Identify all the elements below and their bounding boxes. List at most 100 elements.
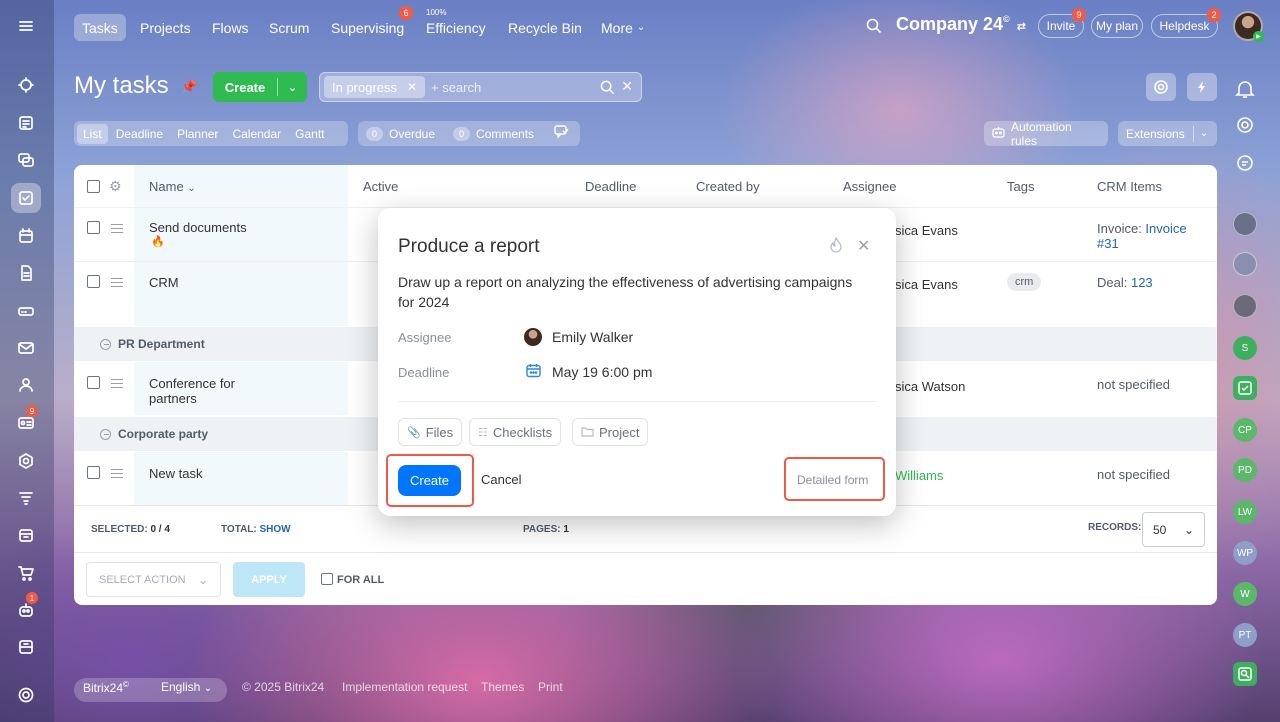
implementation-request-link[interactable]: Implementation request <box>342 680 467 694</box>
row-checkbox[interactable] <box>87 275 100 288</box>
crm-item-link[interactable]: Invoice <box>1145 221 1186 236</box>
assignee-cell[interactable]: Williams <box>895 468 943 483</box>
select-action-dropdown[interactable]: SELECT ACTION ⌄ <box>86 562 221 597</box>
drive-icon[interactable] <box>11 296 41 326</box>
crm-item-link-number[interactable]: #31 <box>1097 236 1119 251</box>
my-plan-button[interactable]: My plan <box>1091 14 1143 38</box>
assignee-value[interactable]: Emily Walker <box>552 329 633 345</box>
activity-stream-icon[interactable] <box>11 70 41 100</box>
view-tab-planner[interactable]: Planner <box>171 124 224 144</box>
automation-icon[interactable]: 1 <box>11 592 41 625</box>
flame-icon[interactable] <box>829 236 843 256</box>
tab-flows[interactable]: Flows <box>204 14 257 41</box>
view-tab-list[interactable]: List <box>77 123 108 144</box>
search-icon[interactable] <box>600 80 615 98</box>
mail-icon[interactable] <box>11 333 41 363</box>
view-tab-calendar[interactable]: Calendar <box>226 124 287 144</box>
tab-projects[interactable]: Projects <box>132 14 199 41</box>
column-crm-items[interactable]: CRM Items <box>1097 179 1162 194</box>
swap-icon[interactable]: ⇄ <box>1017 21 1026 33</box>
group-avatar[interactable] <box>1233 252 1257 276</box>
contact-avatar-pd[interactable]: PD <box>1233 458 1257 482</box>
column-deadline[interactable]: Deadline <box>585 179 636 194</box>
lightning-button[interactable] <box>1187 73 1217 101</box>
collapse-icon[interactable] <box>100 338 111 350</box>
popup-cancel-button[interactable]: Cancel <box>481 472 521 487</box>
row-checkbox[interactable] <box>87 221 100 234</box>
settings-gear-button[interactable] <box>1146 73 1176 101</box>
records-per-page-select[interactable]: 50 ⌄ <box>1142 512 1205 547</box>
print-link[interactable]: Print <box>538 680 563 694</box>
drag-handle-icon[interactable] <box>111 224 123 233</box>
contact-avatar-wp[interactable]: WP <box>1233 541 1257 565</box>
sites-icon[interactable] <box>11 446 41 476</box>
tab-tasks[interactable]: Tasks <box>74 14 126 41</box>
row-checkbox[interactable] <box>87 376 100 389</box>
contact-avatar-pt[interactable]: PT <box>1233 623 1257 647</box>
pin-icon[interactable]: 📌 <box>181 79 197 94</box>
contact-avatar-s[interactable]: S <box>1233 336 1257 360</box>
assignee-cell[interactable]: sica Evans <box>895 223 958 238</box>
contact-avatar[interactable] <box>1233 212 1257 236</box>
documents-icon[interactable] <box>11 258 41 288</box>
filter-chip-in-progress[interactable]: In progress ✕ <box>324 76 426 98</box>
drag-handle-icon[interactable] <box>111 469 123 478</box>
checklists-button[interactable]: ☷ Checklists <box>469 418 562 446</box>
deadline-value[interactable]: May 19 6:00 pm <box>552 364 652 380</box>
close-icon[interactable]: ✕ <box>407 80 417 94</box>
calendar-icon[interactable] <box>11 221 41 251</box>
files-button[interactable]: 📎 Files <box>398 418 463 446</box>
tasks-icon[interactable] <box>11 183 41 213</box>
user-avatar[interactable]: ▶ <box>1233 11 1264 42</box>
total-show-link[interactable]: SHOW <box>260 524 291 535</box>
tab-efficiency[interactable]: Efficiency 100% <box>418 8 494 41</box>
search-icon[interactable] <box>866 18 882 34</box>
task-name-conference-line2[interactable]: partners <box>149 391 197 406</box>
language-select[interactable]: English ⌄ <box>161 680 212 694</box>
extensions-button[interactable]: Extensions ⌄ <box>1118 121 1217 146</box>
popup-description[interactable]: Draw up a report on analyzing the effect… <box>398 272 868 312</box>
drag-handle-icon[interactable] <box>111 278 123 287</box>
task-name-new-task[interactable]: New task <box>149 466 202 481</box>
search-placeholder[interactable]: + search <box>431 80 481 95</box>
tab-more[interactable]: More ⌄ <box>593 14 653 41</box>
contact-avatar-lw[interactable]: LW <box>1233 500 1257 524</box>
storage-icon[interactable] <box>11 632 41 662</box>
drag-handle-icon[interactable] <box>111 379 123 388</box>
row-checkbox[interactable] <box>87 466 100 479</box>
assignee-cell[interactable]: sica Evans <box>895 277 958 292</box>
column-created-by[interactable]: Created by <box>696 179 760 194</box>
task-name-send-documents[interactable]: Send documents <box>149 220 247 235</box>
create-task-button[interactable]: Create ⌄ <box>213 72 307 102</box>
chevron-down-icon[interactable]: ⌄ <box>1200 128 1208 139</box>
company-name[interactable]: Company 24© ⇄ <box>896 14 1026 35</box>
chevron-down-icon[interactable]: ⌄ <box>278 81 307 94</box>
for-all-checkbox[interactable] <box>321 573 333 585</box>
crm-icon[interactable]: 9 <box>11 405 41 438</box>
column-settings-gear-icon[interactable]: ⚙ <box>109 178 122 195</box>
task-name-crm[interactable]: CRM <box>149 275 179 290</box>
tab-scrum[interactable]: Scrum <box>261 14 317 41</box>
select-all-checkbox[interactable] <box>87 180 100 193</box>
apply-button[interactable]: APPLY <box>233 562 305 597</box>
employees-icon[interactable] <box>11 370 41 400</box>
popup-title[interactable]: Produce a report <box>398 236 540 258</box>
crm-item-link[interactable]: 123 <box>1131 275 1153 290</box>
contact-avatar[interactable] <box>1233 294 1257 318</box>
messenger-icon[interactable] <box>1232 150 1258 176</box>
close-icon[interactable]: ✕ <box>857 236 870 256</box>
column-assignee[interactable]: Assignee <box>843 179 896 194</box>
read-all-icon[interactable] <box>554 125 569 142</box>
view-tab-gantt[interactable]: Gantt <box>289 124 330 144</box>
task-name-conference[interactable]: Conference for <box>149 376 235 391</box>
feed-icon[interactable] <box>11 108 41 138</box>
comments-counter[interactable]: 0 Comments <box>453 126 534 141</box>
tab-recycle-bin[interactable]: Recycle Bin <box>500 14 590 41</box>
overdue-counter[interactable]: 0 Overdue <box>366 126 435 141</box>
column-active[interactable]: Active <box>363 179 398 194</box>
tag-crm[interactable]: crm <box>1007 273 1042 291</box>
column-tags[interactable]: Tags <box>1007 179 1034 194</box>
automation-rules-button[interactable]: Automation rules <box>984 120 1108 148</box>
task-chat-icon[interactable] <box>1233 376 1257 400</box>
marketing-icon[interactable] <box>11 483 41 513</box>
